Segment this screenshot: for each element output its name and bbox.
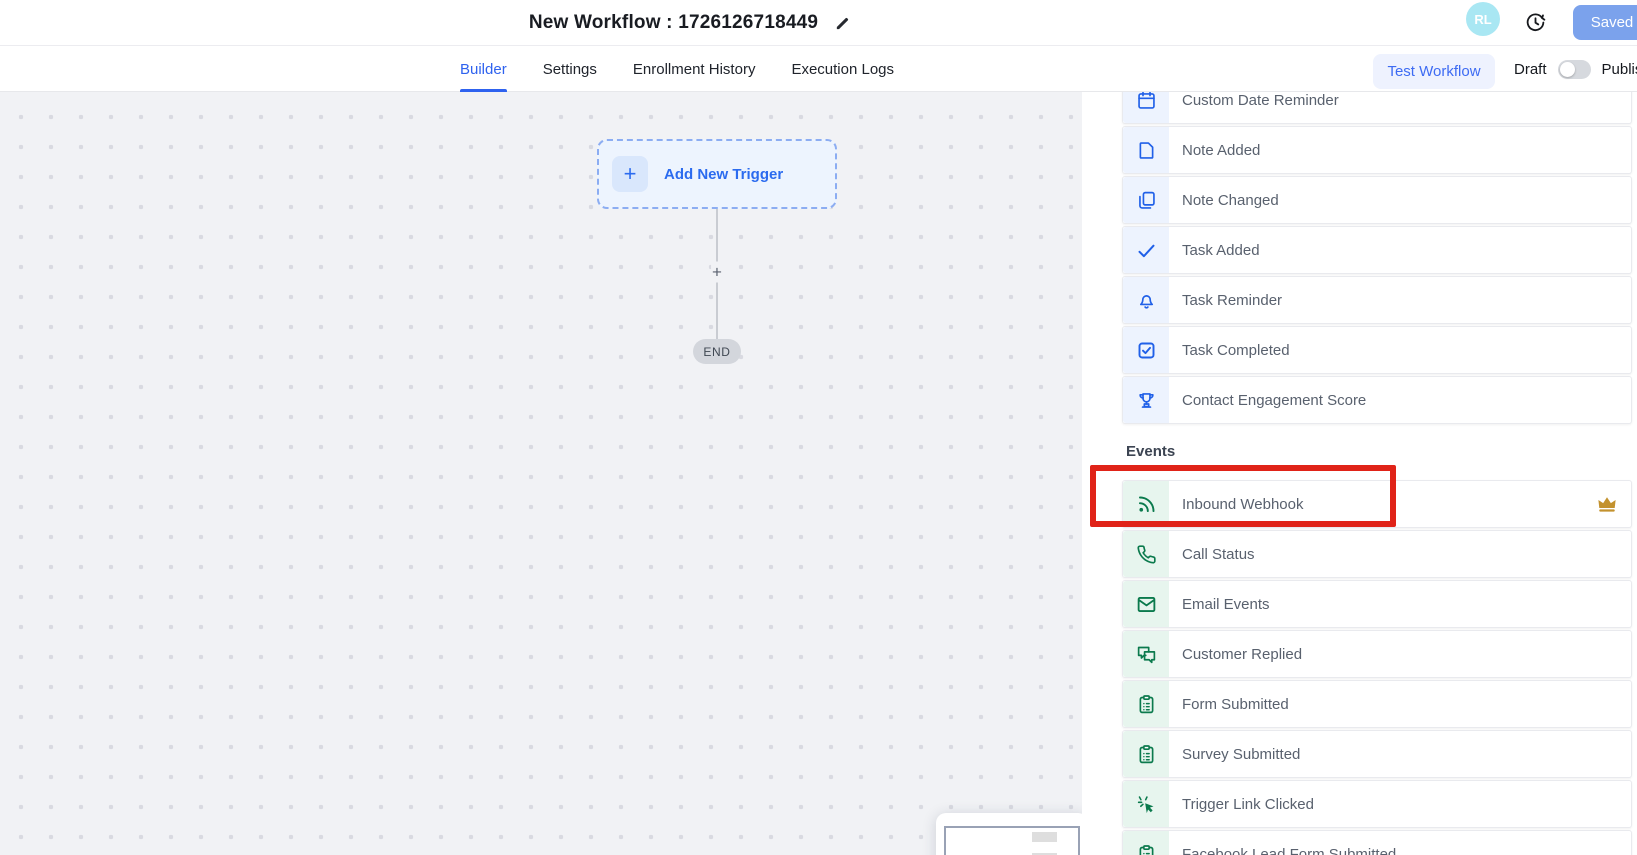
event-item-facebook-lead-form-submitted[interactable]: Facebook Lead Form Submitted	[1122, 830, 1632, 855]
trigger-item-contact-engagement-score[interactable]: Contact Engagement Score	[1122, 376, 1632, 424]
item-label: Contact Engagement Score	[1182, 392, 1366, 409]
tab-builder[interactable]: Builder	[460, 46, 507, 92]
trigger-item-custom-date-reminder[interactable]: Custom Date Reminder	[1122, 92, 1632, 124]
tab-settings[interactable]: Settings	[543, 46, 597, 92]
link-click-icon	[1123, 781, 1169, 827]
item-label: Task Added	[1182, 242, 1260, 259]
note-icon	[1123, 127, 1169, 173]
crown-icon	[1596, 493, 1618, 515]
saved-button[interactable]: Saved	[1573, 5, 1637, 40]
event-item-form-submitted[interactable]: Form Submitted	[1122, 680, 1632, 728]
test-workflow-button[interactable]: Test Workflow	[1373, 54, 1495, 89]
clipboard-icon	[1123, 681, 1169, 727]
add-new-trigger-label: Add New Trigger	[664, 166, 783, 183]
item-label: Call Status	[1182, 546, 1255, 563]
tab-enrollment-history[interactable]: Enrollment History	[633, 46, 756, 92]
end-node: END	[693, 339, 741, 364]
clipboard-icon	[1123, 731, 1169, 777]
publish-controls: Draft Publish	[1514, 46, 1637, 92]
minimap[interactable]	[936, 813, 1082, 855]
publish-label: Publish	[1602, 61, 1637, 78]
event-item-inbound-webhook[interactable]: Inbound Webhook	[1122, 480, 1632, 528]
page-title: New Workflow : 1726126718449	[529, 12, 818, 34]
item-label: Inbound Webhook	[1182, 496, 1304, 513]
minimap-node	[1032, 832, 1057, 842]
item-label: Form Submitted	[1182, 696, 1289, 713]
item-label: Trigger Link Clicked	[1182, 796, 1314, 813]
chat-icon	[1123, 631, 1169, 677]
item-label: Task Completed	[1182, 342, 1290, 359]
event-item-call-status[interactable]: Call Status	[1122, 530, 1632, 578]
clipboard-icon	[1123, 831, 1169, 855]
trigger-item-task-completed[interactable]: Task Completed	[1122, 326, 1632, 374]
avatar[interactable]: RL	[1466, 2, 1500, 36]
tabs: Builder Settings Enrollment History Executi…	[460, 46, 894, 92]
event-item-email-events[interactable]: Email Events	[1122, 580, 1632, 628]
history-icon[interactable]	[1524, 11, 1548, 35]
item-label: Survey Submitted	[1182, 746, 1300, 763]
task-completed-icon	[1123, 327, 1169, 373]
phone-icon	[1123, 531, 1169, 577]
draft-label: Draft	[1514, 61, 1547, 78]
add-new-trigger-button[interactable]: + Add New Trigger	[597, 139, 837, 209]
trigger-item-note-changed[interactable]: Note Changed	[1122, 176, 1632, 224]
toggle-knob	[1560, 62, 1575, 77]
trigger-item-note-added[interactable]: Note Added	[1122, 126, 1632, 174]
note-changed-icon	[1123, 177, 1169, 223]
item-label: Custom Date Reminder	[1182, 92, 1339, 109]
event-item-trigger-link-clicked[interactable]: Trigger Link Clicked	[1122, 780, 1632, 828]
bell-icon	[1123, 277, 1169, 323]
webhook-icon	[1123, 481, 1169, 527]
item-label: Note Changed	[1182, 192, 1279, 209]
plus-icon: +	[612, 156, 648, 192]
trophy-icon	[1123, 377, 1169, 423]
trigger-list: Events Custom Date Reminder Note Added Not…	[1082, 92, 1637, 855]
item-label: Facebook Lead Form Submitted	[1182, 846, 1396, 855]
tab-execution-logs[interactable]: Execution Logs	[791, 46, 894, 92]
events-section-header: Events	[1126, 443, 1175, 460]
tab-bar: Builder Settings Enrollment History Executi…	[0, 46, 1637, 92]
item-label: Task Reminder	[1182, 292, 1282, 309]
trigger-picker-sidebar: Events Custom Date Reminder Note Added Not…	[1082, 92, 1637, 855]
event-item-survey-submitted[interactable]: Survey Submitted	[1122, 730, 1632, 778]
event-item-customer-replied[interactable]: Customer Replied	[1122, 630, 1632, 678]
item-label: Note Added	[1182, 142, 1260, 159]
trigger-item-task-added[interactable]: Task Added	[1122, 226, 1632, 274]
add-step-plus-icon[interactable]: +	[711, 262, 723, 283]
calendar-icon	[1123, 92, 1169, 123]
check-icon	[1123, 227, 1169, 273]
workflow-builder-app: New Workflow : 1726126718449 RL Saved Bu…	[0, 0, 1637, 855]
workflow-title-wrap: New Workflow : 1726126718449	[440, 0, 940, 46]
top-header: New Workflow : 1726126718449 RL Saved	[0, 0, 1637, 46]
item-label: Customer Replied	[1182, 646, 1302, 663]
edit-title-icon[interactable]	[834, 15, 851, 32]
workflow-canvas[interactable]: + Add New Trigger + END	[0, 92, 1082, 855]
trigger-item-task-reminder[interactable]: Task Reminder	[1122, 276, 1632, 324]
item-label: Email Events	[1182, 596, 1270, 613]
publish-toggle[interactable]	[1558, 60, 1591, 79]
minimap-viewport	[944, 826, 1080, 855]
mail-icon	[1123, 581, 1169, 627]
